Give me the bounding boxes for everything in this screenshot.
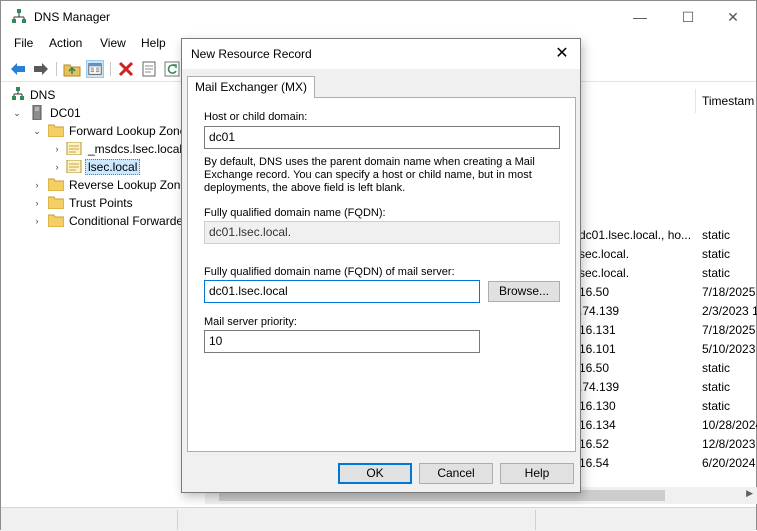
show-hide-tree-icon[interactable] <box>86 60 104 78</box>
record-data-cell[interactable]: 16.134 <box>579 418 616 432</box>
folder-icon <box>48 178 64 191</box>
title-bar: DNS Manager — ☐ ✕ <box>1 1 756 33</box>
dns-manager-app-icon <box>12 9 26 23</box>
tree-node-label: Reverse Lookup Zone <box>69 178 188 192</box>
ok-button[interactable]: OK <box>338 463 412 484</box>
record-timestamp-cell[interactable]: static <box>702 247 730 261</box>
chevron-right-icon[interactable]: › <box>32 179 42 191</box>
record-timestamp-cell[interactable]: static <box>702 361 730 375</box>
status-bar <box>1 507 756 531</box>
record-data-cell[interactable]: 16.52 <box>579 437 609 451</box>
record-data-cell[interactable]: 16.50 <box>579 285 609 299</box>
tree-node-label: _msdcs.lsec.local <box>88 142 183 156</box>
tree-node-label: DC01 <box>50 106 81 120</box>
record-timestamp-cell[interactable]: 2/3/2023 1 <box>702 304 757 318</box>
tree-node-label: Forward Lookup Zone <box>69 124 187 138</box>
priority-label: Mail server priority: <box>204 316 297 328</box>
column-header-timestamp[interactable]: Timestam <box>695 89 755 113</box>
status-segment <box>535 510 536 530</box>
record-timestamp-cell[interactable]: 6/20/2024 <box>702 456 755 470</box>
chevron-right-icon[interactable]: › <box>52 161 62 173</box>
record-timestamp-cell[interactable]: static <box>702 399 730 413</box>
fqdn-field: dc01.lsec.local. <box>204 221 560 244</box>
chevron-down-icon[interactable]: ⌄ <box>12 107 22 119</box>
chevron-right-icon[interactable]: › <box>52 143 62 155</box>
dialog-title: New Resource Record <box>191 47 312 61</box>
dialog-title-bar: New Resource Record ✕ <box>182 39 580 69</box>
dns-icon <box>12 87 24 100</box>
toolbar-separator <box>56 62 57 76</box>
tree-node-label: Conditional Forwarde <box>69 214 184 228</box>
host-input[interactable]: dc01 <box>204 126 560 149</box>
record-timestamp-cell[interactable]: static <box>702 228 730 242</box>
tree-node-label: lsec.local <box>85 159 141 175</box>
mx-tab-panel: Host or child domain: dc01 By default, D… <box>187 97 576 452</box>
record-data-cell[interactable]: .74.139 <box>579 304 619 318</box>
record-data-cell[interactable]: 16.54 <box>579 456 609 470</box>
tree-node-label: Trust Points <box>69 196 133 210</box>
console-tree: DNS ⌄ DC01 ⌄ Forward Lookup Zone › _msdc… <box>4 85 187 505</box>
tab-mail-exchanger[interactable]: Mail Exchanger (MX) <box>187 76 316 98</box>
chevron-right-icon[interactable]: › <box>32 215 42 227</box>
folder-icon <box>48 124 64 137</box>
browse-button[interactable]: Browse... <box>488 281 560 302</box>
record-data-cell[interactable]: sec.local. <box>579 266 629 280</box>
maximize-button[interactable]: ☐ <box>678 7 698 27</box>
dialog-close-button[interactable]: ✕ <box>552 44 572 64</box>
menu-file[interactable]: File <box>14 36 33 50</box>
host-description: By default, DNS uses the parent domain n… <box>204 156 535 194</box>
record-timestamp-cell[interactable]: 7/18/2025 <box>702 323 755 337</box>
mail-server-fqdn-input[interactable]: dc01.lsec.local <box>204 280 480 303</box>
new-resource-record-dialog: New Resource Record ✕ Mail Exchanger (MX… <box>181 38 581 493</box>
record-timestamp-cell[interactable]: 7/18/2025 <box>702 285 755 299</box>
server-icon <box>32 105 42 120</box>
record-timestamp-cell[interactable]: static <box>702 266 730 280</box>
record-timestamp-cell[interactable]: 10/28/2024 <box>702 418 757 432</box>
folder-icon <box>48 214 64 227</box>
tree-node-label: DNS <box>30 88 56 102</box>
record-data-cell[interactable]: 16.131 <box>579 323 616 337</box>
menu-action[interactable]: Action <box>49 36 82 50</box>
chevron-right-icon[interactable]: › <box>32 197 42 209</box>
record-data-cell[interactable]: sec.local. <box>579 247 629 261</box>
zone-icon <box>66 160 82 173</box>
scroll-right-arrow-icon[interactable]: ▶ <box>746 488 753 499</box>
status-segment <box>177 510 178 530</box>
record-data-cell[interactable]: dc01.lsec.local., ho... <box>579 228 691 242</box>
help-button[interactable]: Help <box>500 463 574 484</box>
up-folder-icon[interactable] <box>63 60 81 78</box>
host-label: Host or child domain: <box>204 111 308 123</box>
window-title: DNS Manager <box>34 10 111 24</box>
toolbar-separator <box>110 62 111 76</box>
minimize-button[interactable]: — <box>630 7 650 27</box>
fqdn-label: Fully qualified domain name (FQDN): <box>204 207 386 219</box>
column-header-label: Timestam <box>702 94 755 108</box>
record-data-cell[interactable]: .74.139 <box>579 380 619 394</box>
record-data-cell[interactable]: 16.130 <box>579 399 616 413</box>
record-data-cell[interactable]: 16.50 <box>579 361 609 375</box>
cancel-button[interactable]: Cancel <box>419 463 493 484</box>
forward-arrow-icon[interactable] <box>32 60 50 78</box>
record-data-cell[interactable]: 16.101 <box>579 342 616 356</box>
menu-view[interactable]: View <box>100 36 126 50</box>
refresh-icon[interactable] <box>163 60 181 78</box>
menu-help[interactable]: Help <box>141 36 166 50</box>
properties-icon[interactable] <box>140 60 158 78</box>
chevron-down-icon[interactable]: ⌄ <box>32 125 42 137</box>
folder-icon <box>48 196 64 209</box>
mail-server-fqdn-label: Fully qualified domain name (FQDN) of ma… <box>204 266 455 278</box>
record-timestamp-cell[interactable]: 12/8/2023 <box>702 437 755 451</box>
zone-icon <box>66 142 82 155</box>
back-arrow-icon[interactable] <box>9 60 27 78</box>
record-timestamp-cell[interactable]: 5/10/2023 <box>702 342 755 356</box>
delete-icon[interactable] <box>117 60 135 78</box>
close-button[interactable]: ✕ <box>723 7 743 27</box>
dns-manager-window: DNS Manager — ☐ ✕ File Action View Help <box>0 0 757 531</box>
priority-input[interactable]: 10 <box>204 330 480 353</box>
record-timestamp-cell[interactable]: static <box>702 380 730 394</box>
